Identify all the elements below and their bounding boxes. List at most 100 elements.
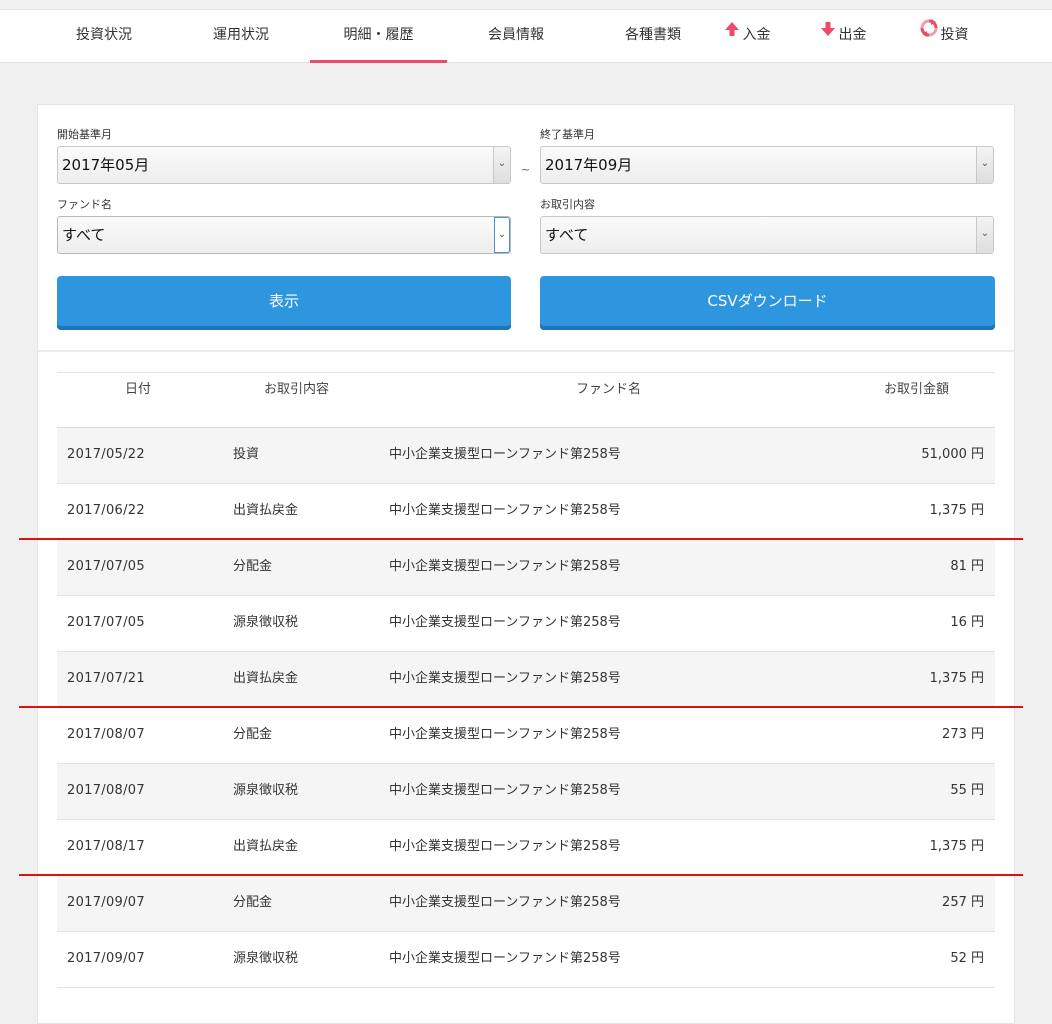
start-month-value: 2017年05月 xyxy=(62,156,150,174)
table-row: 2017/08/17 出資払戻金 中小企業支援型ローンファンド第258号 1,3… xyxy=(57,820,995,876)
chevron-down-icon: ⌄ xyxy=(493,147,510,183)
range-separator: ~ xyxy=(521,163,531,176)
fund-name-select[interactable]: すべて ⌄ xyxy=(57,216,511,254)
nav-operation-status[interactable]: 運用状況 xyxy=(190,10,292,63)
row-type: 出資払戻金 xyxy=(233,839,299,854)
chevron-down-icon: ⌄ xyxy=(976,147,993,183)
nav-label: 投資状況 xyxy=(76,27,132,43)
annotation-line xyxy=(19,706,1023,708)
row-fund: 中小企業支援型ローンファンド第258号 xyxy=(389,503,621,518)
row-date: 2017/09/07 xyxy=(67,895,145,910)
history-panel: 開始基準月 2017年05月 ⌄ ~ 終了基準月 2017年09月 ⌄ ファンド… xyxy=(37,104,1015,1024)
annotation-line xyxy=(19,874,1023,876)
row-amount: 51,000 円 xyxy=(921,447,984,462)
row-amount: 55 円 xyxy=(950,783,984,798)
row-fund: 中小企業支援型ローンファンド第258号 xyxy=(389,615,621,630)
row-date: 2017/05/22 xyxy=(67,447,145,462)
header-transaction-type: お取引内容 xyxy=(264,382,330,397)
row-fund: 中小企業支援型ローンファンド第258号 xyxy=(389,951,621,966)
end-month-value: 2017年09月 xyxy=(545,156,633,174)
nav-label: 会員情報 xyxy=(488,27,544,43)
table-row: 2017/08/07 源泉徴収税 中小企業支援型ローンファンド第258号 55 … xyxy=(57,764,995,820)
row-fund: 中小企業支援型ローンファンド第258号 xyxy=(389,447,621,462)
row-type: 分配金 xyxy=(233,559,273,574)
row-type: 分配金 xyxy=(233,727,273,742)
transaction-type-value: すべて xyxy=(545,226,589,244)
nav-investment-status[interactable]: 投資状況 xyxy=(55,10,153,63)
row-fund: 中小企業支援型ローンファンド第258号 xyxy=(389,559,621,574)
show-button[interactable]: 表示 xyxy=(57,276,511,330)
header-fund-name: ファンド名 xyxy=(576,382,642,397)
row-amount: 1,375 円 xyxy=(929,503,984,518)
transaction-list: 2017/05/22 投資 中小企業支援型ローンファンド第258号 51,000… xyxy=(57,428,995,988)
nav-label: 出金 xyxy=(838,27,867,43)
row-amount: 257 円 xyxy=(942,895,984,910)
section-divider xyxy=(38,350,1014,352)
header-date: 日付 xyxy=(125,382,152,397)
row-date: 2017/07/05 xyxy=(67,559,145,574)
row-type: 出資払戻金 xyxy=(233,503,299,518)
row-date: 2017/09/07 xyxy=(67,951,145,966)
nav-withdraw[interactable]: 出金 xyxy=(812,10,874,63)
table-row: 2017/07/21 出資払戻金 中小企業支援型ローンファンド第258号 1,3… xyxy=(57,652,995,708)
row-fund: 中小企業支援型ローンファンド第258号 xyxy=(389,727,621,742)
row-date: 2017/08/17 xyxy=(67,839,145,854)
arrow-up-icon xyxy=(724,8,740,58)
start-month-label: 開始基準月 xyxy=(57,128,112,141)
fund-name-label: ファンド名 xyxy=(57,198,112,211)
row-fund: 中小企業支援型ローンファンド第258号 xyxy=(389,671,621,686)
start-month-select[interactable]: 2017年05月 ⌄ xyxy=(57,146,511,184)
row-date: 2017/06/22 xyxy=(67,503,145,518)
table-header: 日付 お取引内容 ファンド名 お取引金額 xyxy=(57,372,995,428)
nav-label: 明細・履歴 xyxy=(343,27,414,43)
table-row: 2017/09/07 源泉徴収税 中小企業支援型ローンファンド第258号 52 … xyxy=(57,932,995,988)
row-fund: 中小企業支援型ローンファンド第258号 xyxy=(389,895,621,910)
chevron-down-icon: ⌄ xyxy=(976,217,993,253)
nav-statement-history[interactable]: 明細・履歴 xyxy=(310,10,447,63)
table-row: 2017/08/07 分配金 中小企業支援型ローンファンド第258号 273 円 xyxy=(57,708,995,764)
table-row: 2017/06/22 出資払戻金 中小企業支援型ローンファンド第258号 1,3… xyxy=(57,484,995,540)
nav-member-info[interactable]: 会員情報 xyxy=(466,10,566,63)
row-type: 源泉徴収税 xyxy=(233,615,299,630)
arrow-down-icon xyxy=(820,8,836,58)
row-amount: 1,375 円 xyxy=(929,671,984,686)
row-date: 2017/07/05 xyxy=(67,615,145,630)
table-row: 2017/05/22 投資 中小企業支援型ローンファンド第258号 51,000… xyxy=(57,428,995,484)
refresh-icon xyxy=(920,8,938,58)
row-amount: 16 円 xyxy=(950,615,984,630)
nav-documents[interactable]: 各種書類 xyxy=(604,10,702,63)
row-amount: 81 円 xyxy=(950,559,984,574)
row-date: 2017/08/07 xyxy=(67,783,145,798)
nav-label: 入金 xyxy=(742,27,771,43)
csv-download-button[interactable]: CSVダウンロード xyxy=(540,276,995,330)
row-fund: 中小企業支援型ローンファンド第258号 xyxy=(389,783,621,798)
nav-deposit[interactable]: 入金 xyxy=(716,10,778,63)
top-strip xyxy=(0,0,1052,9)
row-type: 源泉徴収税 xyxy=(233,951,299,966)
row-type: 出資払戻金 xyxy=(233,671,299,686)
row-amount: 1,375 円 xyxy=(929,839,984,854)
row-type: 投資 xyxy=(233,447,260,462)
nav-label: 各種書類 xyxy=(625,27,681,43)
main-nav: 投資状況 運用状況 明細・履歴 会員情報 各種書類 入金 出金 投資 xyxy=(0,9,1052,63)
header-amount: お取引金額 xyxy=(884,382,950,397)
row-date: 2017/08/07 xyxy=(67,727,145,742)
row-type: 分配金 xyxy=(233,895,273,910)
row-date: 2017/07/21 xyxy=(67,671,145,686)
transaction-type-select[interactable]: すべて ⌄ xyxy=(540,216,994,254)
row-fund: 中小企業支援型ローンファンド第258号 xyxy=(389,839,621,854)
nav-invest[interactable]: 投資 xyxy=(912,10,976,63)
chevron-down-icon: ⌄ xyxy=(494,217,510,253)
nav-label: 運用状況 xyxy=(213,27,269,43)
row-amount: 273 円 xyxy=(942,727,984,742)
fund-name-value: すべて xyxy=(62,226,106,244)
end-month-label: 終了基準月 xyxy=(540,128,595,141)
row-type: 源泉徴収税 xyxy=(233,783,299,798)
table-row: 2017/07/05 分配金 中小企業支援型ローンファンド第258号 81 円 xyxy=(57,540,995,596)
nav-label: 投資 xyxy=(940,27,969,43)
annotation-line xyxy=(19,538,1023,540)
table-row: 2017/09/07 分配金 中小企業支援型ローンファンド第258号 257 円 xyxy=(57,876,995,932)
end-month-select[interactable]: 2017年09月 ⌄ xyxy=(540,146,994,184)
transaction-type-label: お取引内容 xyxy=(540,198,595,211)
table-row: 2017/07/05 源泉徴収税 中小企業支援型ローンファンド第258号 16 … xyxy=(57,596,995,652)
